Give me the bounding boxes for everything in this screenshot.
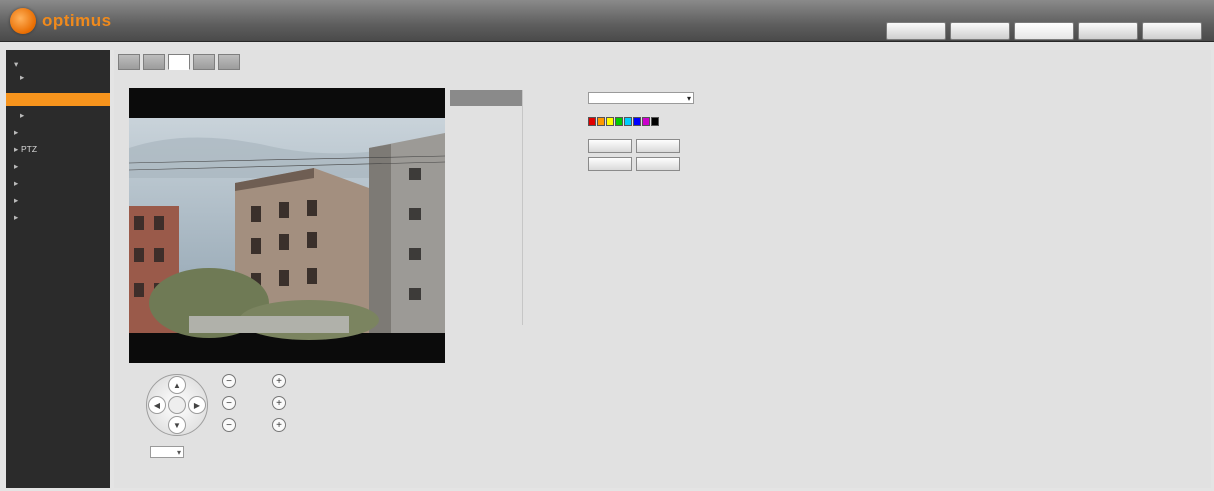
add-button[interactable]	[588, 139, 632, 153]
nav-button-logout[interactable]	[1142, 22, 1202, 40]
sidebar-item-system[interactable]: ▸	[6, 194, 110, 207]
sidebar-item-ptz[interactable]: ▸ PTZ	[6, 143, 110, 156]
brand-logo: optimus	[10, 8, 112, 34]
tab-snapshot[interactable]	[143, 54, 165, 70]
chevron-down-icon: ▾	[176, 447, 181, 457]
focus-control: − +	[222, 396, 286, 410]
ptz-direction-pad: ▲ ▼ ◀ ▶	[146, 374, 208, 436]
camera-image	[129, 88, 445, 363]
main-content: ▾ ▲ ▼ ◀ ▶ − + − + − + ▾	[114, 50, 1211, 488]
logo-icon	[10, 8, 36, 34]
sidebar-item-label: PTZ	[21, 144, 38, 154]
nav-button-alarm[interactable]	[1078, 22, 1138, 40]
tab-path[interactable]	[218, 54, 240, 70]
menu-item-privacy-mask[interactable]	[450, 112, 522, 128]
iris-close-button[interactable]: −	[222, 418, 236, 432]
tree-marker-icon: ▸	[20, 72, 25, 82]
focus-near-button[interactable]: −	[222, 396, 236, 410]
setting-row-preset: ▾	[532, 90, 694, 106]
chevron-down-icon: ▾	[686, 93, 691, 103]
menu-item-picture[interactable]	[450, 222, 522, 238]
arrow-left-icon[interactable]: ◀	[148, 396, 166, 414]
nav-button-live[interactable]	[886, 22, 946, 40]
top-header: optimus	[0, 0, 1214, 42]
divider	[522, 90, 523, 325]
save-button[interactable]	[588, 157, 632, 171]
color-swatch-cyan[interactable]	[624, 116, 632, 126]
top-navigation	[886, 22, 1202, 40]
color-swatch-red[interactable]	[588, 116, 596, 126]
setting-row-color	[532, 113, 694, 129]
zoom-in-button[interactable]: +	[272, 374, 286, 388]
menu-item-osd-title[interactable]	[450, 156, 522, 172]
arrow-right-icon[interactable]: ▶	[188, 396, 206, 414]
color-swatch-black[interactable]	[651, 116, 659, 126]
tab-bar	[118, 54, 240, 70]
overlay-settings: ▾	[532, 90, 694, 136]
logo-text: optimus	[42, 11, 112, 30]
tab-roi[interactable]	[193, 54, 215, 70]
tree-marker-icon: ▸	[20, 110, 25, 120]
tree-marker-icon: ▸	[14, 161, 19, 171]
nav-button-settings[interactable]	[1014, 22, 1074, 40]
tab-video[interactable]	[118, 54, 140, 70]
arrow-up-icon[interactable]: ▲	[168, 376, 186, 394]
tree-marker-icon: ▸	[14, 127, 19, 137]
sidebar-item-audio[interactable]: ▸	[6, 109, 110, 122]
tab-overlay[interactable]	[168, 54, 190, 70]
tree-marker-icon: ▸	[14, 178, 19, 188]
tree-marker-icon: ▸	[14, 212, 19, 222]
sidebar: ▾ ▸ ▸ ▸ ▸ PTZ ▸ ▸ ▸ ▸	[6, 50, 110, 488]
menu-item-time[interactable]	[450, 134, 522, 150]
preset-select[interactable]: ▾	[588, 92, 694, 104]
color-swatch-blue[interactable]	[633, 116, 641, 126]
ptz-speed: ▾	[144, 446, 184, 458]
focus-far-button[interactable]: +	[272, 396, 286, 410]
tree-marker-icon: ▾	[14, 59, 19, 69]
refresh-button[interactable]	[636, 157, 680, 171]
menu-item-ptz-coordinates[interactable]	[450, 90, 522, 106]
speed-select[interactable]: ▾	[150, 446, 184, 458]
sidebar-item-record-storage[interactable]: ▸	[6, 177, 110, 190]
video-preview[interactable]	[129, 88, 445, 363]
iris-control: − +	[222, 418, 286, 432]
sidebar-item-video[interactable]	[6, 93, 110, 106]
color-swatch-green[interactable]	[615, 116, 623, 126]
zoom-out-button[interactable]: −	[222, 374, 236, 388]
overlay-type-menu	[450, 90, 522, 244]
sidebar-item-conditions[interactable]: ▸	[6, 71, 110, 84]
menu-item-osd[interactable]	[450, 178, 522, 194]
color-palette	[588, 116, 659, 126]
tree-marker-icon: ▸	[14, 144, 19, 154]
color-swatch-yellow[interactable]	[606, 116, 614, 126]
sidebar-item-camera[interactable]: ▾	[6, 58, 110, 71]
color-swatch-orange[interactable]	[597, 116, 605, 126]
sidebar-item-events[interactable]: ▸	[6, 160, 110, 173]
sidebar-item-network[interactable]: ▸	[6, 126, 110, 139]
arrow-down-icon[interactable]: ▼	[168, 416, 186, 434]
menu-item-info[interactable]	[450, 200, 522, 216]
iris-open-button[interactable]: +	[272, 418, 286, 432]
zoom-control: − +	[222, 374, 286, 388]
tree-marker-icon: ▸	[14, 195, 19, 205]
color-swatch-magenta[interactable]	[642, 116, 650, 126]
sidebar-item-information[interactable]: ▸	[6, 211, 110, 224]
delete-button[interactable]	[636, 139, 680, 153]
center-button[interactable]	[168, 396, 186, 414]
nav-button-playback[interactable]	[950, 22, 1010, 40]
